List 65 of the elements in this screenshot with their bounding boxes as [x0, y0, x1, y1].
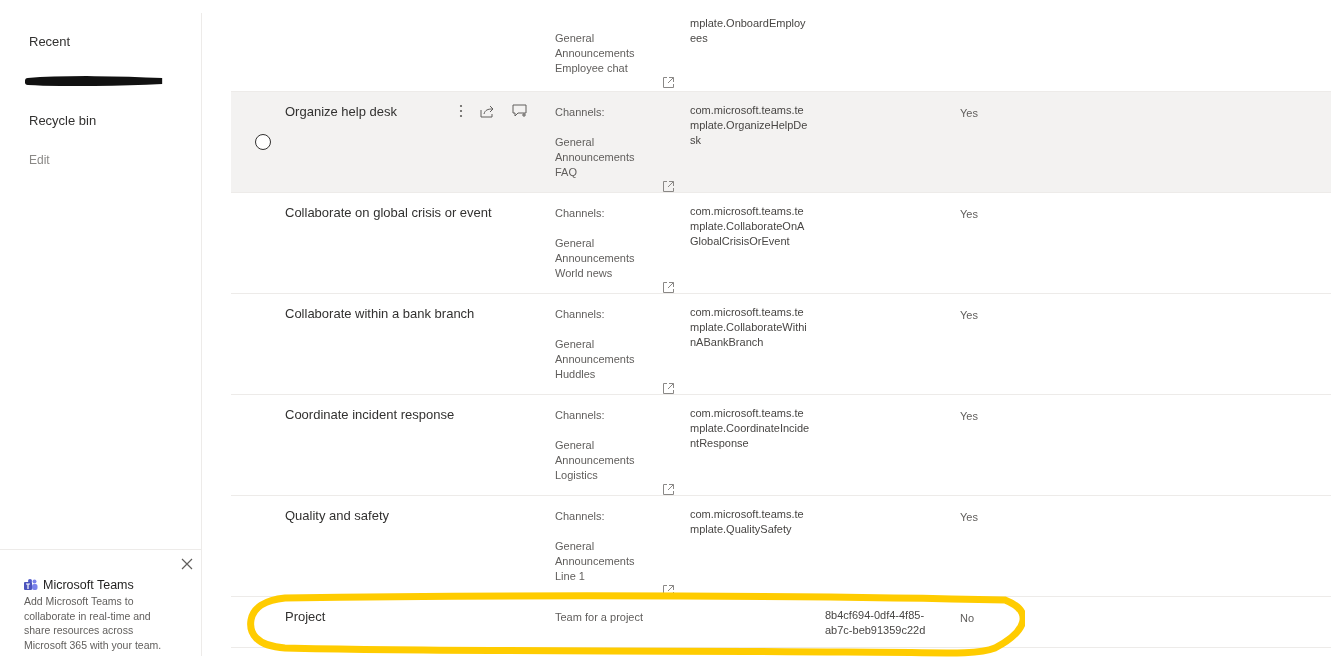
channels-label: Channels:: [555, 408, 606, 423]
external-link-icon[interactable]: [663, 383, 674, 394]
more-icon[interactable]: [459, 104, 463, 118]
template-guid: 8b4cf694-0df4-4f85-ab7c-beb91359c22d: [825, 608, 927, 638]
edit-link[interactable]: Edit: [29, 152, 201, 192]
template-name[interactable]: Collaborate on global crisis or event: [285, 205, 492, 220]
channel-name: General: [555, 337, 596, 352]
nav-link[interactable]: Recycle bin: [29, 113, 201, 153]
table-row[interactable]: Collaborate within a bank branch Channels: General Announcements Huddles com.microsoft.teams.template.CollaborateWithinABankBranch Yes: [231, 294, 1331, 395]
template-id: com.microsoft.teams.template.CollaborateWithinABankBranch: [690, 305, 808, 350]
channel-name: Announcements: [555, 251, 636, 266]
channel-name: Line 1: [555, 569, 586, 584]
table-row[interactable]: Collaborate on global crisis or event Channels: General Announcements World news com.microsoft.teams.template.CollaborateOnAGlobalCrisisOrEvent Yes: [231, 193, 1331, 294]
promo-text: Add Microsoft Teams to collaborate in real-time and share resources across Microsoft 365 with your team.: [24, 594, 163, 652]
channels-label: Channels:: [555, 307, 606, 322]
table-row[interactable]: Coordinate incident response Channels: General Announcements Logistics com.microsoft.teams.template.CoordinateIncidentResponse Yes: [231, 395, 1331, 496]
default-value: Yes: [960, 107, 978, 119]
channel-name: Announcements: [555, 352, 636, 367]
table-row[interactable]: Project Team for a project 8b4cf694-0df4-4f85-ab7c-beb91359c22d No: [231, 597, 1331, 648]
default-value: Yes: [960, 410, 978, 422]
channels-label: Channels:: [555, 509, 606, 524]
share-icon[interactable]: [480, 104, 495, 118]
external-link-icon[interactable]: [663, 181, 674, 192]
external-link-icon[interactable]: [663, 77, 674, 88]
channels-label: Channels:: [555, 206, 606, 221]
template-id: com.microsoft.teams.template.QualitySafety: [690, 507, 805, 537]
channel-name: World news: [555, 266, 614, 281]
template-description: Team for a project: [555, 610, 645, 625]
row-radio[interactable]: [255, 134, 271, 150]
channel-name: General: [555, 438, 596, 453]
channel-name: General: [555, 236, 596, 251]
default-value: No: [960, 612, 975, 624]
template-name[interactable]: Project: [285, 609, 326, 624]
default-value: Yes: [960, 309, 978, 321]
template-name[interactable]: Organize help desk: [285, 104, 397, 119]
template-id: mplate.OnboardEmployees: [690, 16, 807, 46]
channel-name: Logistics: [555, 468, 599, 483]
external-link-icon[interactable]: [663, 484, 674, 495]
table-row[interactable]: Organize help desk Channels: General Announcements FAQ com.microsoft.teams.template.OrganizeHelpDesk Yes: [231, 92, 1331, 193]
close-icon[interactable]: [181, 558, 193, 570]
template-name[interactable]: Quality and safety: [285, 508, 390, 523]
nav-link[interactable]: Recent: [29, 34, 201, 74]
channel-name: General: [555, 539, 596, 554]
channel-name: Announcements: [555, 453, 636, 468]
channel-name: Huddles: [555, 367, 597, 382]
template-id: com.microsoft.teams.template.OrganizeHelpDesk: [690, 103, 809, 148]
channel-name: General: [555, 31, 596, 46]
channel-name: Announcements: [555, 554, 636, 569]
comment-icon[interactable]: [512, 104, 528, 118]
teams-icon: [24, 578, 38, 592]
default-value: Yes: [960, 208, 978, 220]
promo-title: Microsoft Teams: [43, 578, 134, 592]
channel-name: General: [555, 135, 596, 150]
channel-name: Announcements: [555, 150, 636, 165]
template-name[interactable]: Collaborate within a bank branch: [285, 306, 475, 321]
external-link-icon[interactable]: [663, 282, 674, 293]
template-id: com.microsoft.teams.template.CollaborateOnAGlobalCrisisOrEvent: [690, 204, 806, 249]
channel-name: Announcements: [555, 46, 636, 61]
template-id: com.microsoft.teams.template.CoordinateIncidentResponse: [690, 406, 810, 451]
channel-name: FAQ: [555, 165, 578, 180]
channels-label: Channels:: [555, 105, 606, 120]
table-row[interactable]: Quality and safety Channels: General Announcements Line 1 com.microsoft.teams.template.QualitySafety Yes: [231, 496, 1331, 597]
channel-name: Employee chat: [555, 61, 629, 76]
default-value: Yes: [960, 511, 978, 523]
template-name[interactable]: Coordinate incident response: [285, 407, 455, 422]
